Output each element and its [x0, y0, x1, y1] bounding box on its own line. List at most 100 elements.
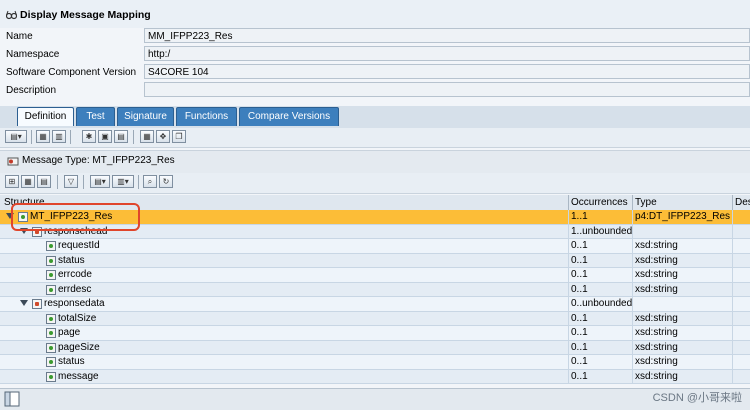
move-icon[interactable]: ✥: [156, 130, 170, 143]
description-header[interactable]: Des: [735, 197, 750, 208]
swcv-field[interactable]: S4CORE 104: [144, 64, 750, 79]
occurrences-cell: 0..1: [571, 341, 588, 353]
highlight-annotation: [11, 203, 140, 231]
occurrences-cell: 0..1: [571, 269, 588, 280]
type-cell: xsd:string: [635, 327, 678, 338]
copy-icon[interactable]: ▦: [36, 130, 50, 143]
occurrences-header[interactable]: Occurrences: [571, 197, 628, 208]
name-row: Name MM_IFPP223_Res: [0, 28, 750, 45]
glasses-icon: [6, 10, 17, 20]
main-toolbar: ▤▾ ▦ ▥ ✱ ▣ ▤ ▦ ✥ ❐: [0, 128, 750, 148]
node-name: status: [58, 254, 85, 266]
display-icon[interactable]: ▣: [98, 130, 112, 143]
type-cell: xsd:string: [635, 254, 678, 266]
tab-definition[interactable]: Definition: [17, 107, 74, 126]
table-row[interactable]: errdesc 0..1 xsd:string: [0, 282, 750, 297]
namespace-row: Namespace http:/: [0, 46, 750, 63]
namespace-field[interactable]: http:/: [144, 46, 750, 61]
message-type-icon: [7, 157, 19, 166]
element-node-icon: [46, 328, 56, 338]
tab-compare-versions[interactable]: Compare Versions: [239, 107, 339, 126]
occurrences-cell: 0..1: [571, 327, 588, 338]
element-node-icon: [46, 357, 56, 367]
node-name: errcode: [58, 269, 92, 280]
element-node-icon: [46, 270, 56, 280]
node-name: page: [58, 327, 81, 338]
tab-signature[interactable]: Signature: [117, 107, 174, 126]
node-name: totalSize: [58, 312, 97, 324]
tree-icon[interactable]: ⊞: [5, 175, 19, 188]
layout-icon[interactable]: ▦: [140, 130, 154, 143]
element-node-icon: [46, 371, 56, 382]
settings-icon[interactable]: ✱: [82, 130, 96, 143]
node-name: requestId: [58, 240, 100, 251]
occurrences-cell: 1..unbounded: [571, 225, 633, 237]
type-cell: xsd:string: [635, 370, 678, 382]
name-field[interactable]: MM_IFPP223_Res: [144, 28, 750, 43]
table-row[interactable]: status 0..1 xsd:string: [0, 355, 750, 370]
swcv-row: Software Component Version S4CORE 104: [0, 64, 750, 81]
type-cell: p4:DT_IFPP223_Res: [635, 211, 731, 222]
type-cell: xsd:string: [635, 356, 678, 367]
occurrences-cell: 0..1: [571, 240, 588, 251]
description-row: Description: [0, 82, 750, 99]
table-row[interactable]: responsedata 0..unbounded: [0, 297, 750, 312]
page-title: Display Message Mapping: [20, 9, 151, 21]
structure-node-icon: [32, 299, 42, 309]
table-row[interactable]: totalSize 0..1 xsd:string: [0, 311, 750, 326]
window-icon[interactable]: ❐: [172, 130, 186, 143]
table-row[interactable]: errcode 0..1 xsd:string: [0, 268, 750, 283]
element-node-icon: [46, 241, 56, 251]
type-cell: xsd:string: [635, 341, 678, 353]
window-icon[interactable]: [4, 391, 20, 407]
tab-test[interactable]: Test: [76, 107, 115, 126]
message-type-label: Message Type: MT_IFPP223_Res: [22, 155, 175, 166]
table-row[interactable]: page 0..1 xsd:string: [0, 326, 750, 341]
element-node-icon: [46, 255, 56, 266]
occurrences-cell: 0..unbounded: [571, 298, 633, 309]
description-field[interactable]: [144, 82, 750, 97]
filter-icon[interactable]: ▽: [64, 175, 78, 188]
table-row[interactable]: requestId 0..1 xsd:string: [0, 239, 750, 254]
expand-icon[interactable]: [20, 300, 28, 306]
type-cell: xsd:string: [635, 312, 678, 324]
table-row[interactable]: message 0..1 xsd:string: [0, 369, 750, 384]
tag-dropdown-button[interactable]: ▥▾: [112, 175, 134, 188]
table-row[interactable]: pageSize 0..1 xsd:string: [0, 340, 750, 355]
occurrences-cell: 1..1: [571, 211, 588, 222]
element-node-icon: [46, 313, 56, 324]
namespace-label: Namespace: [6, 49, 60, 60]
swcv-label: Software Component Version: [6, 67, 137, 78]
occurrences-cell: 0..1: [571, 370, 588, 382]
element-node-icon: [46, 342, 56, 353]
occurrences-cell: 0..1: [571, 283, 588, 295]
node-name: message: [58, 370, 99, 382]
find-icon[interactable]: ⌕: [143, 175, 157, 188]
structure-toolbar: ⊞ ▦ ▤ ▽ ▤▾ ▥▾ ⌕ ↻: [0, 173, 750, 194]
watermark: CSDN @小哥来啦: [652, 392, 742, 404]
node-name: status: [58, 356, 85, 367]
type-cell: xsd:string: [635, 283, 678, 295]
type-header[interactable]: Type: [635, 197, 657, 208]
node-name: pageSize: [58, 341, 100, 353]
description-label: Description: [6, 85, 57, 96]
delete-icon[interactable]: ▥: [52, 130, 66, 143]
occurrences-cell: 0..1: [571, 356, 588, 367]
node-name: errdesc: [58, 283, 92, 295]
table-icon[interactable]: ▤: [114, 130, 128, 143]
menu-dropdown-button[interactable]: ▤▾: [5, 130, 27, 143]
field-dropdown-button[interactable]: ▤▾: [90, 175, 110, 188]
name-label: Name: [6, 31, 33, 42]
table-row[interactable]: status 0..1 xsd:string: [0, 253, 750, 268]
tab-functions[interactable]: Functions: [176, 107, 237, 126]
occurrences-cell: 0..1: [571, 254, 588, 266]
node-name: responsedata: [44, 298, 105, 309]
grid-icon[interactable]: ▦: [21, 175, 35, 188]
bottom-bar: [0, 388, 750, 410]
type-cell: xsd:string: [635, 269, 678, 280]
element-node-icon: [46, 284, 56, 295]
source-icon[interactable]: ▤: [37, 175, 51, 188]
type-cell: xsd:string: [635, 240, 678, 251]
occurrences-cell: 0..1: [571, 312, 588, 324]
refresh-icon[interactable]: ↻: [159, 175, 173, 188]
